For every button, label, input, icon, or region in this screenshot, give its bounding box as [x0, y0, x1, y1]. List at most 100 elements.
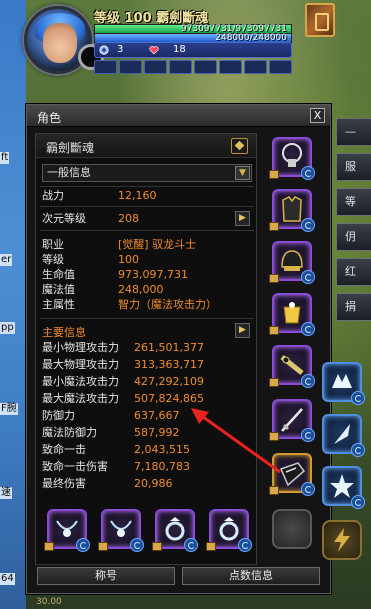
stat-value: 587,992 — [134, 426, 180, 439]
buff-slot[interactable] — [244, 60, 267, 74]
title-button[interactable]: 称号 — [37, 567, 175, 585]
equipment-slot-helmet[interactable] — [269, 241, 315, 284]
sync-icon — [301, 374, 315, 388]
equipment-slot-bracelet[interactable] — [269, 293, 315, 336]
status-pill: 3 18 — [94, 42, 292, 58]
accessory-slot[interactable] — [152, 509, 198, 552]
sync-icon — [301, 482, 315, 496]
annotation-arrow-icon — [191, 408, 281, 474]
sync-icon — [351, 391, 365, 405]
window-titlebar[interactable]: 角色 X — [27, 105, 330, 127]
side-tab[interactable]: 红 — [336, 258, 371, 286]
window-title: 角色 — [37, 111, 62, 125]
stat-label: 最小物理攻击力 — [42, 341, 119, 354]
skill-slot[interactable] — [322, 466, 365, 509]
background-text-fragment: er — [0, 254, 13, 266]
buff-slot[interactable] — [119, 60, 142, 74]
lock-icon — [269, 326, 279, 335]
side-tab[interactable]: 捐 — [336, 293, 371, 321]
buff-slot[interactable] — [94, 60, 117, 74]
stat-value: 智力（魔法攻击力） — [118, 298, 217, 311]
stat-row-power: 战力 12,160 — [42, 187, 252, 204]
character-name-bar: 霸劍斷魂 — [36, 134, 256, 158]
main-stat-row: 最大物理攻击力 313,363,717 — [42, 356, 252, 373]
character-window: 角色 X 霸劍斷魂 一般信息 ▼ 战力 12,160 次元等级 208 ▶ 职业… — [26, 104, 331, 594]
fatigue-value: 3 — [117, 44, 124, 55]
background-text-fragment: 64 — [0, 573, 15, 585]
lock-icon — [44, 542, 54, 551]
stat-label: 主属性 — [42, 298, 75, 311]
lock-icon — [269, 378, 279, 387]
lock-icon — [98, 542, 108, 551]
chevron-down-icon[interactable]: ▼ — [235, 166, 250, 180]
buff-slot[interactable] — [219, 60, 242, 74]
main-stat-row: 最小物理攻击力 261,501,377 — [42, 339, 252, 356]
fatigue-icon — [99, 45, 109, 55]
background-text-fragment: F腕 — [0, 403, 18, 415]
stat-label: 最大物理攻击力 — [42, 358, 119, 371]
lock-icon — [206, 542, 216, 551]
info-category-value: 一般信息 — [47, 166, 91, 179]
stat-label: 魔法防御力 — [42, 426, 97, 439]
sync-icon — [238, 538, 252, 552]
lock-icon — [269, 274, 279, 283]
side-tab[interactable]: 仴 — [336, 223, 371, 251]
side-tab[interactable]: 等 — [336, 188, 371, 216]
accessory-slot[interactable] — [98, 509, 144, 552]
buff-slot[interactable] — [144, 60, 167, 74]
info-category-select[interactable]: 一般信息 ▼ — [42, 164, 252, 182]
portrait-face — [43, 23, 77, 63]
heart-value: 18 — [173, 44, 186, 55]
skill-slot[interactable] — [322, 362, 365, 405]
sync-icon — [76, 538, 90, 552]
stat-value: 637,667 — [134, 409, 180, 422]
buff-slot[interactable] — [169, 60, 192, 74]
info-panel: 霸劍斷魂 一般信息 ▼ 战力 12,160 次元等级 208 ▶ 职业 [觉醒]… — [35, 133, 257, 565]
skill-slot[interactable] — [322, 414, 365, 457]
expand-arrow-button[interactable]: ▶ — [235, 211, 250, 226]
quest-book-icon[interactable] — [305, 3, 335, 37]
divider — [40, 318, 254, 319]
lightning-slot[interactable] — [322, 520, 362, 560]
bottom-fragment-text: 30.00 — [36, 597, 62, 607]
character-name: 霸劍斷魂 — [46, 141, 95, 155]
accessory-slot[interactable] — [44, 509, 90, 552]
side-tab[interactable]: — — [336, 118, 371, 146]
close-button[interactable]: X — [310, 108, 325, 123]
background-text-fragment: 速 — [0, 487, 12, 499]
sync-icon — [184, 538, 198, 552]
stat-row-dimension-level: 次元等级 208 — [42, 210, 252, 227]
buff-slot[interactable] — [194, 60, 217, 74]
stat-label: 次元等级 — [42, 212, 86, 225]
divider — [40, 230, 254, 231]
name-options-icon[interactable] — [231, 138, 248, 154]
sync-icon — [301, 218, 315, 232]
background-text-fragment: ft — [0, 152, 10, 164]
accessory-slot[interactable] — [206, 509, 252, 552]
points-info-button[interactable]: 点数信息 — [182, 567, 320, 585]
equipment-slot-armor[interactable] — [269, 189, 315, 232]
stat-value: 261,501,377 — [134, 341, 204, 354]
main-stat-row: 最小魔法攻击力 427,292,109 — [42, 373, 252, 390]
stat-label: 战力 — [42, 189, 64, 202]
stat-value: 7,180,783 — [134, 460, 190, 473]
stat-value: 208 — [118, 212, 139, 225]
buff-bar — [94, 60, 292, 74]
expand-arrow-button[interactable]: ▶ — [235, 323, 250, 338]
divider — [40, 206, 254, 207]
sync-icon — [351, 443, 365, 457]
background-text-fragment: pp — [0, 322, 15, 334]
stat-label: 最终伤害 — [42, 477, 86, 490]
sync-icon — [130, 538, 144, 552]
lightning-icon — [334, 528, 350, 552]
sync-icon — [301, 270, 315, 284]
empty-stone-slot[interactable] — [272, 509, 312, 549]
stat-label: 最小魔法攻击力 — [42, 375, 119, 388]
sync-icon — [351, 495, 365, 509]
equipment-slot-necklace[interactable] — [269, 137, 315, 180]
buff-slot[interactable] — [269, 60, 292, 74]
side-tab[interactable]: 服 — [336, 153, 371, 181]
sync-icon — [301, 428, 315, 442]
stat-label: 致命一击 — [42, 443, 86, 456]
equipment-slot-belt[interactable] — [269, 345, 315, 388]
